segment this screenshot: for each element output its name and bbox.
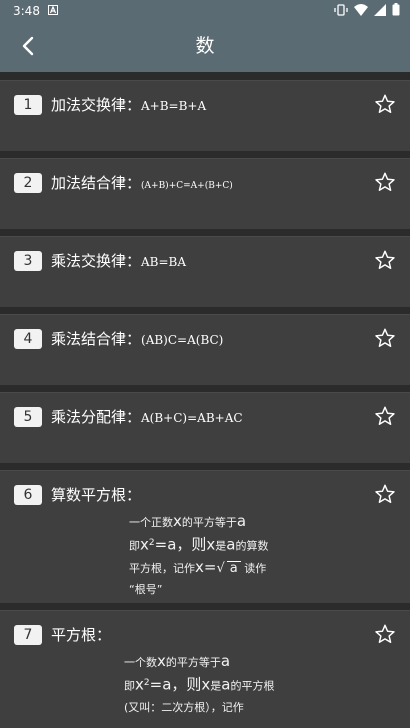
- wifi-icon: [354, 3, 368, 19]
- favorite-star-button[interactable]: [374, 93, 396, 115]
- desc-line-4: “根号”: [129, 582, 163, 596]
- formula-card-3[interactable]: 3 乘法交换律：AB=BA: [0, 236, 410, 307]
- card-number: 2: [14, 173, 42, 193]
- card-title: 乘法分配律：A(B+C)=AB+AC: [51, 408, 243, 426]
- card-number: 5: [14, 407, 42, 427]
- formula-card-2[interactable]: 2 加法结合律：(A+B)+C=A+(B+C): [0, 158, 410, 229]
- desc-line-3: (又叫：二次方根），记作: [124, 700, 244, 714]
- card-number: 4: [14, 329, 42, 349]
- desc-line-2: 即x2=a，则x是a的算数: [129, 535, 269, 554]
- card-description: 一个正数x的平方等于a 即x2=a，则x是a的算数 平方根，记作x=√ a 读作 …: [129, 511, 268, 600]
- page-title: 数: [195, 35, 215, 57]
- favorite-star-button[interactable]: [374, 623, 396, 645]
- card-number: 7: [14, 625, 42, 645]
- status-bar: 3:48: [0, 0, 410, 22]
- card-number: 3: [14, 251, 42, 271]
- signal-icon: [374, 3, 386, 19]
- card-title: 乘法结合律：(AB)C=A(BC): [51, 330, 224, 348]
- sqrt-symbol: √: [216, 560, 225, 576]
- desc-line-1: 一个正数x的平方等于a: [129, 512, 247, 530]
- star-icon: [375, 484, 395, 503]
- favorite-star-button[interactable]: [374, 249, 396, 271]
- card-title: 加法结合律：(A+B)+C=A+(B+C): [51, 174, 233, 192]
- vibrate-icon: [334, 3, 348, 19]
- favorite-star-button[interactable]: [374, 171, 396, 193]
- formula-card-4[interactable]: 4 乘法结合律：(AB)C=A(BC): [0, 314, 410, 385]
- formula-card-6[interactable]: 6 算数平方根： 一个正数x的平方等于a 即x2=a，则x是a的算数 平方根，记…: [0, 470, 410, 603]
- card-title: 算数平方根：: [51, 486, 142, 504]
- card-title: 乘法交换律：AB=BA: [51, 252, 187, 270]
- star-icon: [375, 624, 395, 643]
- card-formula: A(B+C)=AB+AC: [141, 411, 243, 425]
- card-number: 1: [14, 95, 42, 115]
- desc-line-3: 平方根，记作x=√ a 读作: [129, 557, 267, 576]
- battery-icon: [392, 3, 400, 19]
- desc-line-2: 即x2=a，则x是a的平方根: [124, 675, 275, 694]
- star-icon: [375, 328, 395, 347]
- favorite-star-button[interactable]: [374, 327, 396, 349]
- card-number: 6: [14, 485, 42, 505]
- star-icon: [375, 406, 395, 425]
- card-formula: (A+B)+C=A+(B+C): [141, 181, 233, 191]
- star-icon: [375, 94, 395, 113]
- notification-a-icon: [47, 4, 58, 18]
- card-formula: A+B=B+A: [141, 99, 207, 113]
- card-title: 加法交换律：A+B=B+A: [51, 96, 207, 114]
- star-icon: [375, 172, 395, 191]
- card-formula: (AB)C=A(BC): [141, 333, 224, 347]
- favorite-star-button[interactable]: [374, 405, 396, 427]
- status-time: 3:48: [13, 4, 40, 18]
- app-bar: 数: [0, 22, 410, 72]
- formula-card-7[interactable]: 7 平方根： 一个数x的平方等于a 即x2=a，则x是a的平方根 (又叫：二次方…: [0, 610, 410, 728]
- formula-card-5[interactable]: 5 乘法分配律：A(B+C)=AB+AC: [0, 392, 410, 463]
- formula-list[interactable]: 1 加法交换律：A+B=B+A 2 加法结合律：(A+B)+C=A+(B+C) …: [0, 72, 410, 728]
- card-title: 平方根：: [51, 626, 112, 644]
- star-icon: [375, 250, 395, 269]
- formula-card-1[interactable]: 1 加法交换律：A+B=B+A: [0, 80, 410, 151]
- card-description: 一个数x的平方等于a 即x2=a，则x是a的平方根 (又叫：二次方根），记作: [124, 651, 274, 718]
- card-formula: AB=BA: [141, 255, 187, 269]
- desc-line-1: 一个数x的平方等于a: [124, 652, 231, 670]
- favorite-star-button[interactable]: [374, 483, 396, 505]
